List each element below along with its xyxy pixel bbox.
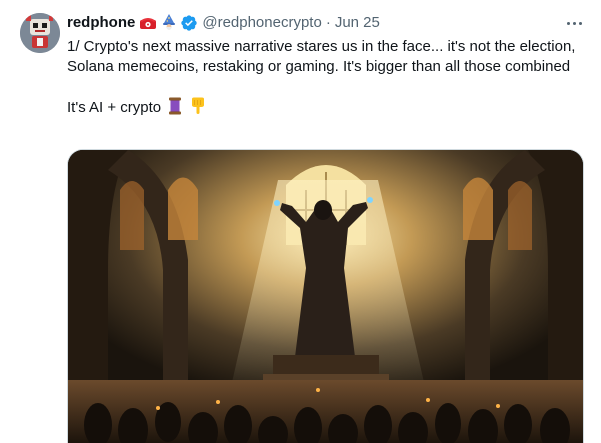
tweet-text-line1: 1/ Crypto's next massive narrative stare… bbox=[67, 38, 576, 75]
tweet-card[interactable]: redphone @redphonecrypto · Jun 25 1/ Cry… bbox=[0, 0, 601, 443]
verified-badge-icon[interactable] bbox=[180, 14, 198, 32]
pointing-down-icon bbox=[190, 97, 206, 115]
avatar[interactable] bbox=[20, 13, 60, 53]
wizard-icon bbox=[161, 14, 177, 32]
display-name[interactable]: redphone bbox=[67, 13, 135, 33]
cathedral-painting-image bbox=[68, 150, 583, 443]
tweet-text-line2-container: It's AI + crypto bbox=[67, 97, 587, 118]
tweet-date[interactable]: Jun 25 bbox=[335, 13, 380, 33]
more-options-icon[interactable] bbox=[560, 13, 588, 33]
thread-spool-icon bbox=[167, 97, 183, 115]
separator-dot: · bbox=[325, 14, 331, 31]
avatar-image bbox=[20, 13, 60, 53]
tweet-text-line2: It's AI + crypto bbox=[67, 99, 162, 116]
tweet-header: redphone @redphonecrypto · Jun 25 bbox=[67, 13, 380, 33]
tweet-text: 1/ Crypto's next massive narrative stare… bbox=[67, 37, 587, 118]
user-handle[interactable]: @redphonecrypto bbox=[202, 13, 321, 33]
telephone-icon bbox=[139, 16, 157, 30]
tweet-media-image[interactable] bbox=[67, 149, 584, 443]
